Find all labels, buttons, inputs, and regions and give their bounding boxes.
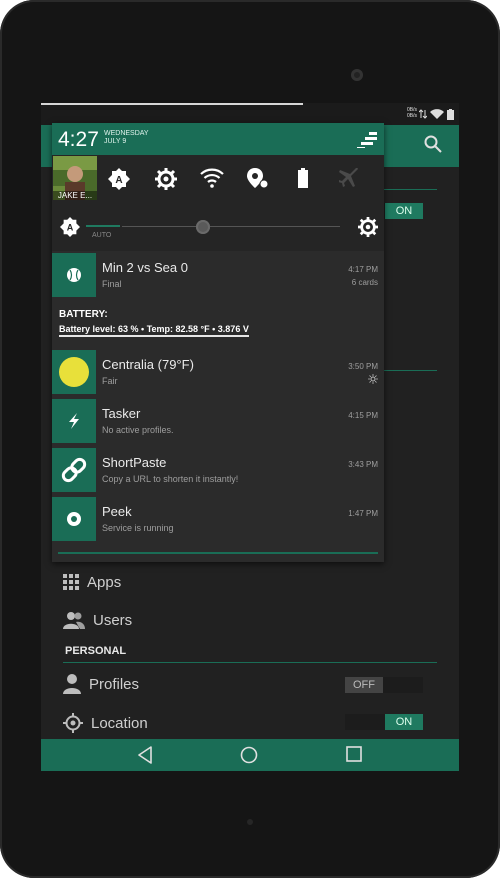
peek-icon	[67, 512, 81, 526]
toggle-off-label: OFF	[345, 677, 383, 693]
link-icon	[61, 457, 87, 483]
home-icon[interactable]	[240, 746, 258, 764]
notification-time: 4:15 PM	[348, 411, 378, 420]
notification-item[interactable]: Tasker No active profiles. 4:15 PM	[52, 399, 384, 447]
divider	[381, 189, 437, 190]
notification-title: Peek	[102, 504, 132, 519]
notification-time: 3:50 PM	[348, 362, 378, 371]
notification-item[interactable]: Peek Service is running 1:47 PM	[52, 497, 384, 545]
divider	[381, 370, 437, 371]
profiles-toggle[interactable]: OFF	[345, 677, 423, 693]
lightning-icon	[69, 413, 79, 429]
notification-item[interactable]: Centralia (79°F) Fair 3:50 PM	[52, 350, 384, 398]
small-sun-icon	[368, 374, 378, 384]
profile-icon	[63, 674, 81, 694]
user-avatar[interactable]: JAKE E...	[53, 156, 97, 200]
quick-settings-row: JAKE E... A	[52, 155, 384, 207]
notification-title: Tasker	[102, 406, 141, 421]
notification-icon-box	[52, 448, 96, 492]
navigation-bar	[41, 739, 459, 771]
brightness-slider-track[interactable]	[122, 226, 340, 227]
users-icon	[63, 612, 85, 629]
date: JULY 9	[104, 138, 127, 145]
auto-rotate-icon[interactable]: A	[108, 168, 130, 190]
settings-item-label: Location	[91, 714, 148, 732]
shade-header: 4:27 WEDNESDAY JULY 9	[52, 123, 384, 155]
location-crosshair-icon	[63, 713, 83, 733]
user-name: JAKE E...	[53, 191, 97, 200]
notification-shade: 4:27 WEDNESDAY JULY 9 JAKE E... A A AUTO…	[52, 123, 384, 562]
notification-item[interactable]: Min 2 vs Sea 0 Final 4:17 PM 6 cards	[52, 253, 384, 301]
svg-text:A: A	[67, 223, 74, 233]
auto-brightness-icon[interactable]: A	[60, 217, 80, 237]
front-camera	[351, 69, 363, 81]
toggle-on-label: ON	[385, 714, 423, 730]
wifi-status-icon	[430, 109, 444, 119]
notification-icon-box	[52, 350, 96, 394]
settings-item-label: Users	[93, 611, 133, 629]
location-icon[interactable]	[247, 168, 269, 190]
brightness-slider-fill	[86, 225, 120, 227]
wifi-icon[interactable]	[200, 168, 224, 188]
screen: 0B/s 0B/s ON Apps Users PERSONAL Profile…	[41, 103, 459, 771]
notification-time: 4:17 PM	[348, 265, 378, 274]
svg-text:A: A	[115, 175, 122, 186]
battery-title: BATTERY:	[59, 309, 108, 320]
notification-icon-box	[52, 497, 96, 541]
notification-item[interactable]: ShortPaste Copy a URL to shorten it inst…	[52, 448, 384, 496]
settings-item-label: Profiles	[89, 675, 140, 693]
battery-icon[interactable]	[297, 168, 309, 188]
data-arrows-icon	[419, 109, 427, 119]
notification-time: 3:43 PM	[348, 460, 378, 469]
notification-extra: 6 cards	[351, 278, 378, 287]
notification-subtitle: Fair	[102, 376, 118, 386]
light-sensor	[247, 819, 253, 825]
settings-item-label: Apps	[87, 573, 122, 591]
battery-details: Battery level: 63 % • Temp: 82.58 °F • 3…	[59, 324, 249, 337]
settings-item-location[interactable]: Location	[63, 709, 148, 737]
notification-time: 1:47 PM	[348, 509, 378, 518]
airplane-mode-icon[interactable]	[339, 168, 359, 188]
battery-status-icon	[447, 109, 454, 120]
auto-label: AUTO	[92, 232, 112, 239]
brightness-row: A AUTO	[52, 207, 384, 251]
notification-subtitle: Copy a URL to shorten it instantly!	[102, 474, 239, 484]
network-speed: 0B/s 0B/s	[407, 107, 418, 119]
notification-title: Min 2 vs Sea 0	[102, 260, 188, 275]
brightness-settings-icon[interactable]	[358, 217, 378, 237]
quick-settings-toggle-icon[interactable]	[357, 132, 377, 148]
notification-subtitle: Service is running	[102, 523, 174, 533]
notification-title: Centralia (79°F)	[102, 357, 194, 372]
clock: 4:27	[58, 128, 99, 151]
brightness-slider-thumb[interactable]	[196, 220, 210, 234]
status-progress-line	[41, 103, 303, 105]
sun-icon	[59, 357, 89, 387]
notification-icon-box	[52, 399, 96, 443]
divider	[63, 662, 437, 663]
notification-subtitle: No active profiles.	[102, 425, 174, 435]
settings-icon[interactable]	[155, 168, 177, 190]
date-block: WEDNESDAY JULY 9	[104, 130, 149, 146]
recents-icon[interactable]	[346, 746, 362, 762]
tablet-device: 0B/s 0B/s ON Apps Users PERSONAL Profile…	[0, 0, 500, 878]
personal-section-header: PERSONAL	[65, 645, 127, 657]
apps-grid-icon	[63, 574, 79, 590]
status-bar: 0B/s 0B/s	[41, 103, 459, 125]
settings-item-apps[interactable]: Apps	[63, 568, 121, 596]
notification-title: ShortPaste	[102, 455, 167, 470]
settings-item-users[interactable]: Users	[63, 606, 132, 634]
notification-subtitle: Final	[102, 279, 122, 289]
notification-icon-box	[52, 253, 96, 297]
shade-drag-handle[interactable]	[58, 552, 378, 554]
weekday: WEDNESDAY	[104, 130, 149, 137]
back-icon[interactable]	[137, 746, 153, 764]
baseball-icon	[67, 268, 81, 282]
settings-item-profiles[interactable]: Profiles	[63, 670, 139, 698]
search-icon[interactable]	[424, 135, 442, 153]
location-toggle[interactable]: ON	[345, 714, 423, 730]
toggle-on-label: ON	[385, 203, 423, 219]
